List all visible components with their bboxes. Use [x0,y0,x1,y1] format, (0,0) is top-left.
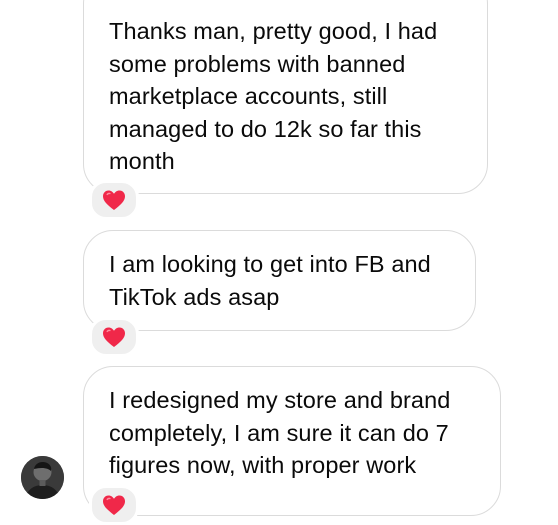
profile-photo-icon [21,456,64,499]
heart-icon [103,190,125,210]
message-bubble[interactable]: Thanks man, pretty good, I had some prob… [83,0,488,194]
reaction-badge[interactable] [89,485,139,525]
message-bubble[interactable]: I redesigned my store and brand complete… [83,366,501,516]
message-text: I am looking to get into FB and TikTok a… [109,251,431,310]
message-bubble[interactable]: I am looking to get into FB and TikTok a… [83,230,476,331]
message-text: Thanks man, pretty good, I had some prob… [109,18,438,174]
heart-icon [103,495,125,515]
reaction-badge[interactable] [89,317,139,357]
heart-icon [103,327,125,347]
message-text: I redesigned my store and brand complete… [109,387,451,478]
avatar[interactable] [21,456,64,499]
reaction-badge[interactable] [89,180,139,220]
